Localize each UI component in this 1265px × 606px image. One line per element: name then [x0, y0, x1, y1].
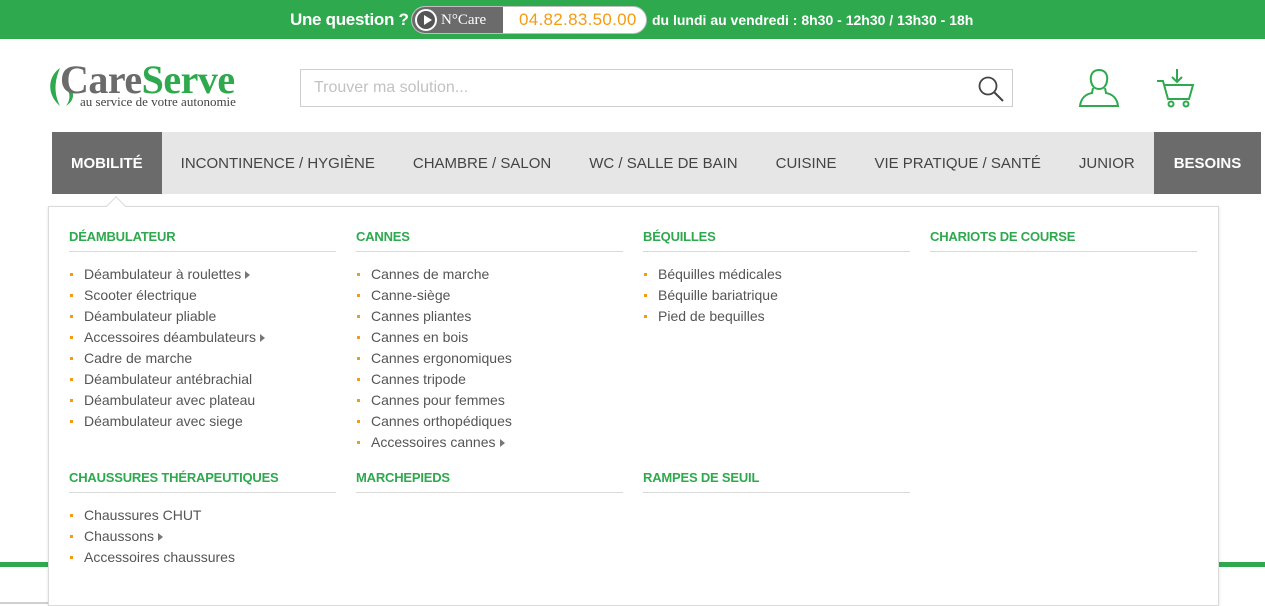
menu-link[interactable]: Déambulateur pliable — [69, 306, 336, 327]
menu-link[interactable]: Béquille bariatrique — [643, 285, 910, 306]
ncare-label-box: N°Care — [412, 7, 503, 33]
menu-link-label: Cannes pliantes — [371, 308, 472, 324]
menu-link-label: Cadre de marche — [84, 350, 193, 366]
chevron-right-icon — [259, 334, 265, 343]
menu-link-label: Scooter électrique — [84, 287, 197, 303]
search-input[interactable] — [301, 70, 951, 106]
menu-link-label: Cannes tripode — [371, 371, 466, 387]
menu-heading[interactable]: MARCHEPIEDS — [356, 470, 623, 493]
menu-link[interactable]: Béquilles médicales — [643, 264, 910, 285]
nav-item-junior[interactable]: JUNIOR — [1060, 132, 1154, 194]
top-contact-bar: Une question ? N°Care 04.82.83.50.00 du … — [0, 0, 1265, 39]
menu-link[interactable]: Cannes de marche — [356, 264, 623, 285]
nav-item-cuisine[interactable]: CUISINE — [757, 132, 856, 194]
menu-heading[interactable]: CHAUSSURES THÉRAPEUTIQUES — [69, 470, 336, 493]
menu-link-label: Accessoires chaussures — [84, 549, 235, 565]
menu-column-marchepieds: MARCHEPIEDS — [356, 470, 623, 493]
menu-link[interactable]: Scooter électrique — [69, 285, 336, 306]
menu-link-label: Accessoires cannes — [371, 434, 496, 450]
menu-link[interactable]: Cannes ergonomiques — [356, 348, 623, 369]
question-text: Une question ? — [290, 10, 409, 29]
cart-icon[interactable] — [1155, 67, 1197, 109]
menu-link-label: Cannes en bois — [371, 329, 469, 345]
dropdown-caret — [106, 196, 126, 216]
menu-link-label: Accessoires déambulateurs — [84, 329, 256, 345]
menu-heading[interactable]: DÉAMBULATEUR — [69, 229, 336, 252]
menu-link[interactable]: Pied de bequilles — [643, 306, 910, 327]
menu-link[interactable]: Déambulateur antébrachial — [69, 369, 336, 390]
menu-link-label: Cannes orthopédiques — [371, 413, 512, 429]
menu-heading[interactable]: CHARIOTS DE COURSE — [930, 229, 1197, 252]
nav-item-incontinence-hygiene[interactable]: INCONTINENCE / HYGIÈNE — [162, 132, 394, 194]
menu-link[interactable]: Accessoires cannes — [356, 432, 623, 453]
chevron-right-icon — [158, 533, 164, 542]
menu-link-label: Cannes pour femmes — [371, 392, 505, 408]
phone-number[interactable]: 04.82.83.50.00 — [519, 10, 637, 30]
ncare-label: N°Care — [441, 11, 487, 28]
menu-list: Cannes de marche Canne-siège Cannes plia… — [356, 264, 623, 453]
menu-column-rampes-de-seuil: RAMPES DE SEUIL — [643, 470, 910, 493]
menu-list: Chaussures CHUT Chaussons Accessoires ch… — [69, 505, 336, 568]
menu-link[interactable]: Déambulateur avec plateau — [69, 390, 336, 411]
mega-menu-dropdown: DÉAMBULATEUR Déambulateur à roulettes Sc… — [48, 196, 1219, 606]
menu-link-label: Canne-siège — [371, 287, 451, 303]
menu-link-label: Cannes ergonomiques — [371, 350, 512, 366]
menu-heading[interactable]: BÉQUILLES — [643, 229, 910, 252]
nav-item-wc-salle-de-bain[interactable]: WC / SALLE DE BAIN — [570, 132, 756, 194]
menu-link-label: Chaussons — [84, 528, 155, 544]
menu-link[interactable]: Cannes tripode — [356, 369, 623, 390]
menu-link-label: Béquille bariatrique — [658, 287, 778, 303]
menu-link-label: Déambulateur avec plateau — [84, 392, 256, 408]
opening-hours: du lundi au vendredi : 8h30 - 12h30 / 13… — [652, 12, 974, 28]
main-nav: MOBILITÉ INCONTINENCE / HYGIÈNE CHAMBRE … — [52, 132, 1262, 194]
menu-link[interactable]: Déambulateur à roulettes — [69, 264, 336, 285]
chevron-right-icon — [499, 439, 505, 448]
menu-link[interactable]: Cannes pliantes — [356, 306, 623, 327]
menu-link-label: Déambulateur pliable — [84, 308, 217, 324]
menu-column-chariots-de-course: CHARIOTS DE COURSE — [930, 229, 1197, 252]
menu-link[interactable]: Canne-siège — [356, 285, 623, 306]
menu-column-deambulateur: DÉAMBULATEUR Déambulateur à roulettes Sc… — [69, 229, 336, 432]
menu-link-label: Chaussures CHUT — [84, 507, 202, 523]
ncare-phone-badge[interactable]: N°Care 04.82.83.50.00 — [411, 6, 647, 34]
menu-link[interactable]: Cannes orthopédiques — [356, 411, 623, 432]
menu-link[interactable]: Accessoires déambulateurs — [69, 327, 336, 348]
menu-column-chaussures-therapeutiques: CHAUSSURES THÉRAPEUTIQUES Chaussures CHU… — [69, 470, 336, 568]
menu-link[interactable]: Déambulateur avec siege — [69, 411, 336, 432]
menu-link[interactable]: Cannes en bois — [356, 327, 623, 348]
menu-link-label: Déambulateur antébrachial — [84, 371, 253, 387]
careserve-logo[interactable]: CareServe au service de votre autonomie — [46, 57, 286, 114]
nav-item-chambre-salon[interactable]: CHAMBRE / SALON — [394, 132, 570, 194]
menu-link[interactable]: Cannes pour femmes — [356, 390, 623, 411]
menu-heading[interactable]: RAMPES DE SEUIL — [643, 470, 910, 493]
menu-link-label: Pied de bequilles — [658, 308, 765, 324]
menu-link[interactable]: Cadre de marche — [69, 348, 336, 369]
nav-item-mobilite[interactable]: MOBILITÉ — [52, 132, 162, 194]
menu-link-label: Cannes de marche — [371, 266, 490, 282]
menu-link[interactable]: Chaussons — [69, 526, 336, 547]
play-icon — [415, 9, 437, 31]
menu-link[interactable]: Chaussures CHUT — [69, 505, 336, 526]
menu-link-label: Déambulateur avec siege — [84, 413, 243, 429]
menu-column-bequilles: BÉQUILLES Béquilles médicales Béquille b… — [643, 229, 910, 327]
menu-link-label: Béquilles médicales — [658, 266, 782, 282]
menu-column-cannes: CANNES Cannes de marche Canne-siège Cann… — [356, 229, 623, 453]
nav-item-vie-pratique-sante[interactable]: VIE PRATIQUE / SANTÉ — [855, 132, 1059, 194]
menu-link-label: Déambulateur à roulettes — [84, 266, 242, 282]
menu-link[interactable]: Accessoires chaussures — [69, 547, 336, 568]
logo-tagline: au service de votre autonomie — [80, 94, 236, 109]
nav-item-besoins[interactable]: BESOINS — [1153, 132, 1262, 194]
chevron-right-icon — [245, 271, 251, 280]
menu-list: Déambulateur à roulettes Scooter électri… — [69, 264, 336, 432]
user-icon[interactable] — [1078, 67, 1120, 109]
menu-list: Béquilles médicales Béquille bariatrique… — [643, 264, 910, 327]
search-box — [300, 69, 1013, 107]
search-icon[interactable] — [976, 74, 1006, 104]
menu-heading[interactable]: CANNES — [356, 229, 623, 252]
